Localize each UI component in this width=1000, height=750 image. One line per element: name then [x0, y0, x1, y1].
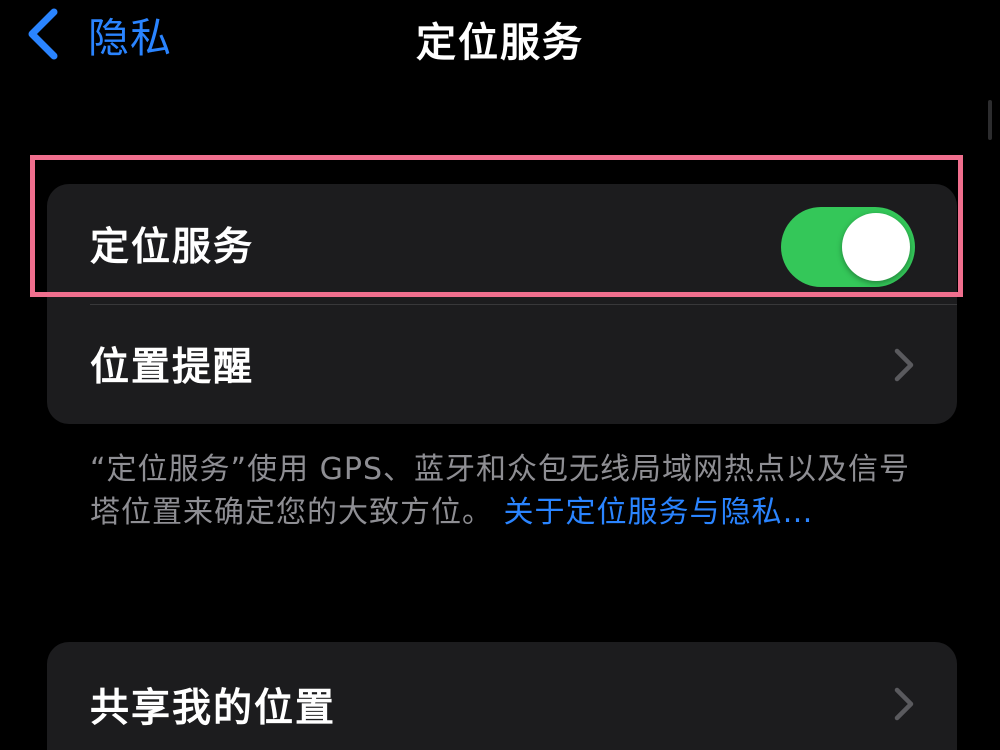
share-my-location-label: 共享我的位置: [90, 685, 337, 731]
location-services-screen: 隐私 定位服务 定位服务 位置提醒 “定位服务”使用 GPS、蓝牙和众包无线局域…: [0, 0, 1000, 750]
navigation-bar: 隐私 定位服务: [0, 0, 1000, 80]
location-alerts-row[interactable]: 位置提醒: [47, 304, 957, 424]
scroll-indicator: [988, 100, 992, 140]
chevron-right-icon: [894, 348, 914, 382]
location-services-row: 定位服务: [47, 184, 957, 304]
location-services-toggle[interactable]: [781, 207, 915, 287]
location-services-label: 定位服务: [90, 225, 255, 270]
toggle-knob: [842, 213, 910, 281]
chevron-right-icon: [894, 687, 914, 721]
location-alerts-label: 位置提醒: [90, 345, 255, 390]
page-title: 定位服务: [416, 20, 584, 66]
about-location-privacy-link[interactable]: 关于定位服务与隐私…: [504, 495, 814, 530]
share-location-group: 共享我的位置: [47, 642, 957, 750]
location-settings-group: 定位服务 位置提醒: [47, 184, 957, 424]
location-services-footnote: “定位服务”使用 GPS、蓝牙和众包无线局域网热点以及信号塔位置来确定您的大致方…: [90, 448, 920, 534]
share-my-location-row[interactable]: 共享我的位置: [47, 642, 957, 750]
